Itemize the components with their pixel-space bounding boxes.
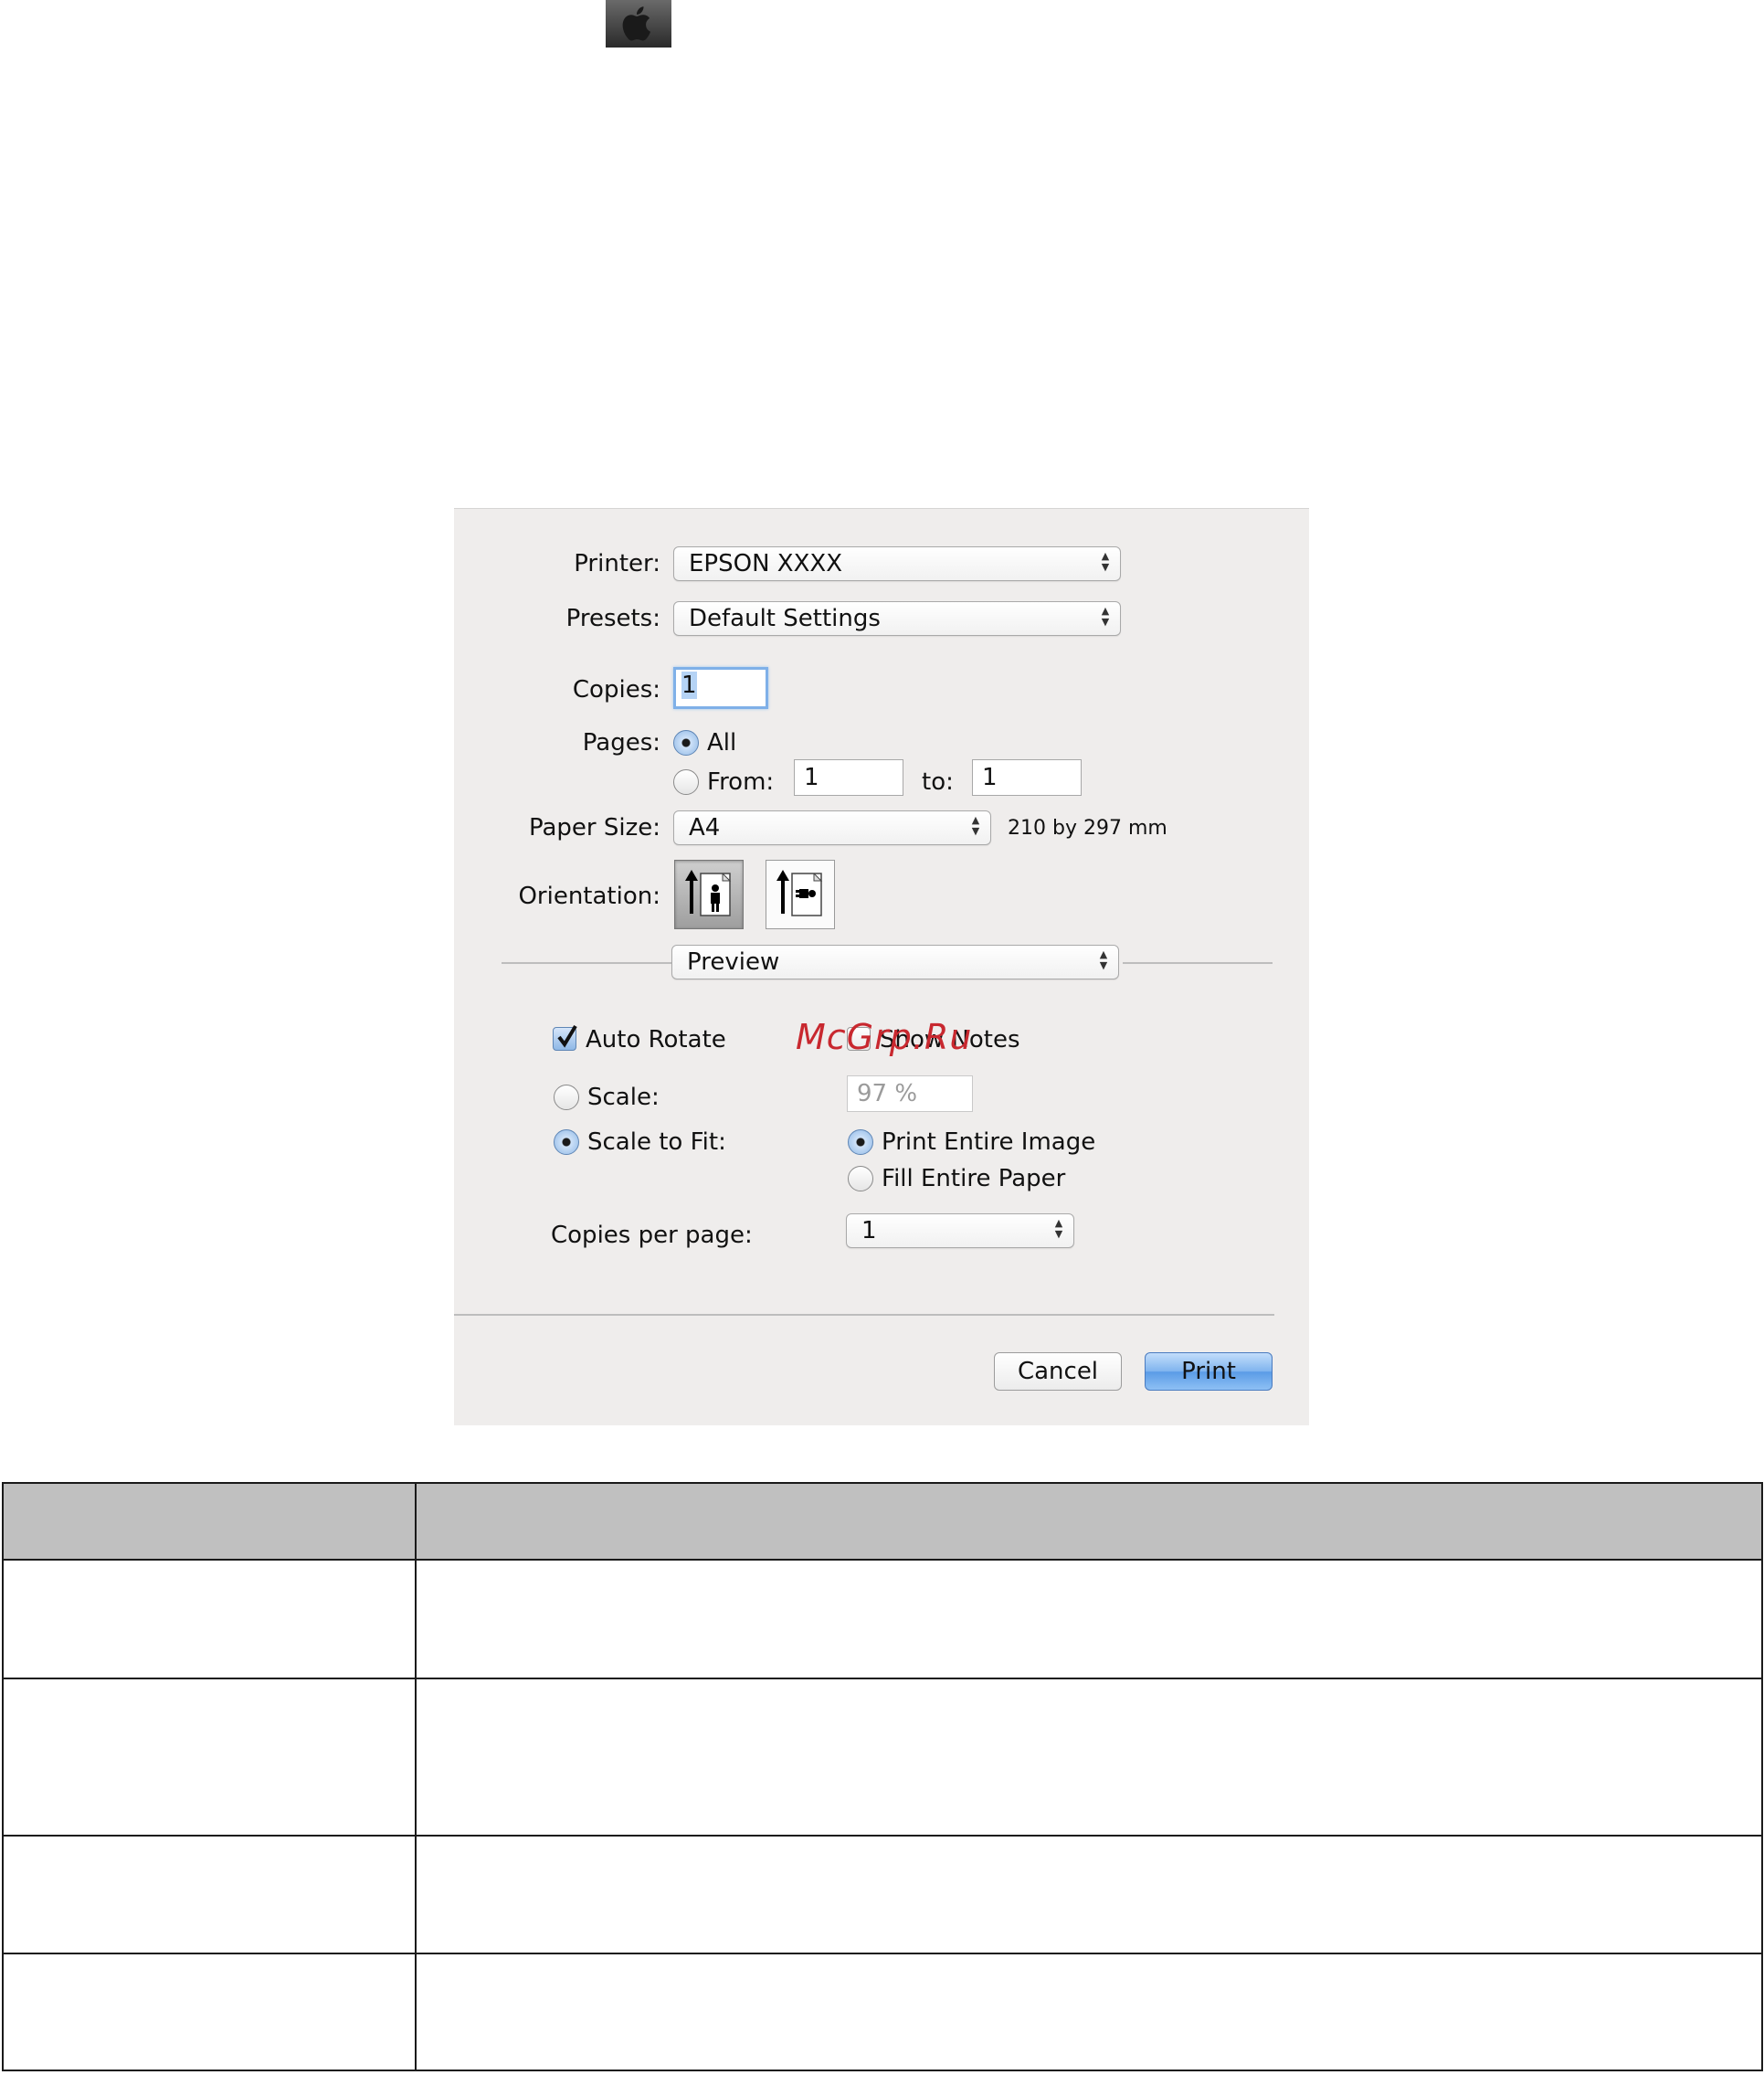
scale-radio[interactable]	[554, 1085, 579, 1110]
printer-label: Printer:	[574, 550, 660, 577]
popup-arrows-icon: ▲ ▼	[1099, 948, 1108, 971]
pages-all-label: All	[707, 729, 737, 757]
pages-label: Pages:	[582, 729, 660, 757]
table-cell	[415, 1678, 1763, 1837]
print-button[interactable]: Print	[1145, 1352, 1273, 1391]
copies-per-page-value: 1	[861, 1217, 877, 1244]
table-header-cell	[415, 1482, 1763, 1561]
print-entire-image-radio[interactable]	[848, 1129, 873, 1155]
printer-popup[interactable]: EPSON XXXX ▲ ▼	[673, 546, 1121, 581]
presets-label: Presets:	[565, 605, 660, 632]
pages-to-label: to:	[922, 768, 954, 796]
table-header-row	[2, 1482, 1763, 1561]
settings-table	[2, 1482, 1763, 2071]
paper-size-label: Paper Size:	[528, 814, 660, 842]
paper-size-value: A4	[689, 814, 721, 842]
presets-popup[interactable]: Default Settings ▲ ▼	[673, 601, 1121, 636]
presets-value: Default Settings	[689, 605, 881, 632]
table-header-cell	[2, 1482, 417, 1561]
section-divider-left	[502, 962, 671, 964]
checkmark-icon	[557, 1024, 577, 1048]
scale-to-fit-radio[interactable]	[554, 1129, 579, 1155]
auto-rotate-label: Auto Rotate	[586, 1026, 726, 1053]
table-row	[2, 1953, 1763, 2071]
print-entire-image-label: Print Entire Image	[882, 1128, 1096, 1156]
pages-from-input[interactable]: 1	[794, 759, 903, 796]
table-row	[2, 1559, 1763, 1679]
scale-to-fit-label: Scale to Fit:	[587, 1128, 726, 1156]
paper-dimensions: 210 by 297 mm	[1008, 817, 1167, 840]
auto-rotate-checkbox[interactable]	[553, 1024, 577, 1051]
landscape-orientation-icon	[776, 870, 823, 916]
copies-value: 1	[681, 672, 697, 699]
portrait-orientation-button[interactable]	[674, 860, 744, 929]
copies-label: Copies:	[572, 676, 660, 704]
pages-from-label: From:	[707, 768, 775, 796]
print-dialog: Printer: EPSON XXXX ▲ ▼ Presets: Default …	[454, 508, 1309, 1425]
table-cell	[2, 1953, 417, 2071]
portrait-orientation-icon	[685, 870, 732, 916]
pages-all-radio[interactable]	[673, 730, 699, 756]
popup-arrows-icon: ▲ ▼	[1101, 605, 1110, 628]
fill-entire-paper-label: Fill Entire Paper	[882, 1165, 1066, 1192]
table-cell	[415, 1835, 1763, 1954]
copies-input[interactable]: 1	[673, 667, 768, 709]
fill-entire-paper-radio[interactable]	[848, 1166, 873, 1191]
pages-to-input[interactable]: 1	[972, 759, 1082, 796]
scale-label: Scale:	[587, 1084, 660, 1111]
apple-icon	[606, 0, 671, 48]
section-popup-value: Preview	[687, 948, 780, 976]
orientation-label: Orientation:	[518, 883, 660, 910]
table-cell	[2, 1559, 417, 1679]
bottom-divider	[454, 1314, 1274, 1316]
watermark: McGrp.Ru	[796, 1017, 973, 1057]
copies-per-page-popup[interactable]: 1 ▲ ▼	[846, 1213, 1074, 1248]
table-cell	[2, 1835, 417, 1954]
section-divider-right	[1123, 962, 1273, 964]
copies-per-page-label: Copies per page:	[551, 1222, 753, 1249]
printer-value: EPSON XXXX	[689, 550, 843, 577]
section-popup[interactable]: Preview ▲ ▼	[671, 945, 1119, 979]
scale-input[interactable]: 97 %	[847, 1075, 973, 1112]
table-row	[2, 1835, 1763, 1954]
table-row	[2, 1678, 1763, 1837]
paper-size-popup[interactable]: A4 ▲ ▼	[673, 810, 991, 845]
table-cell	[415, 1559, 1763, 1679]
landscape-orientation-button[interactable]	[766, 860, 835, 929]
cancel-button[interactable]: Cancel	[994, 1352, 1122, 1391]
table-cell	[2, 1678, 417, 1837]
popup-arrows-icon: ▲ ▼	[971, 814, 980, 837]
pages-from-radio[interactable]	[673, 769, 699, 795]
popup-arrows-icon: ▲ ▼	[1054, 1217, 1063, 1240]
table-cell	[415, 1953, 1763, 2071]
popup-arrows-icon: ▲ ▼	[1101, 550, 1110, 573]
